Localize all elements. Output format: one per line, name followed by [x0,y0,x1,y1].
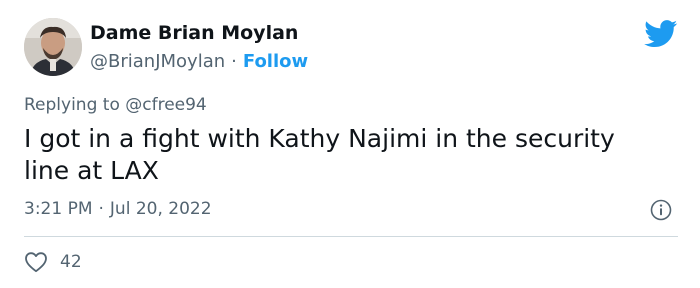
like-count: 42 [60,252,82,272]
tweet-text: I got in a fight with Kathy Najimi in th… [24,124,615,185]
avatar-image [24,18,82,76]
tweet-card: Dame Brian Moylan @BrianJMoylan · Follow R… [0,0,700,288]
replying-to: Replying to @cfree94 [24,95,207,115]
twitter-bird-icon[interactable] [644,20,678,48]
tweet-timestamp[interactable]: 3:21 PM · Jul 20, 2022 [24,199,212,219]
divider [24,236,678,237]
heart-icon [25,252,47,273]
info-icon[interactable] [650,199,672,221]
reply-mention-link[interactable]: @cfree94 [125,95,207,115]
like-button[interactable]: 42 [24,250,82,274]
tweet-time: 3:21 PM [24,199,93,219]
tweet-date: Jul 20, 2022 [109,199,212,219]
avatar[interactable] [24,18,82,76]
author-display-name[interactable]: Dame Brian Moylan [90,22,298,44]
handle-separator: · [231,51,237,72]
replying-prefix: Replying to [24,95,120,115]
author-handle[interactable]: @BrianJMoylan [90,51,225,72]
timestamp-separator: · [98,199,104,219]
author-handle-line: @BrianJMoylan · Follow [90,51,308,72]
follow-button[interactable]: Follow [243,51,308,72]
